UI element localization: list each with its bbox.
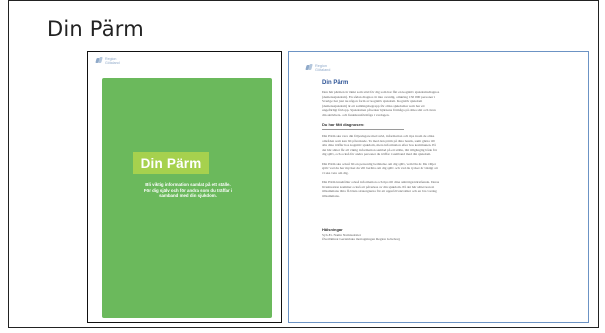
document-paragraph: Din Pärm ska vara din följeslagare med s… — [322, 134, 437, 156]
cover-subtitle: Bli viktig information samlat på ett stä… — [143, 182, 233, 199]
document-body: Din Pärm Den här pärmen är tänkt som stö… — [322, 80, 440, 242]
document-paragraph: Din Pärm innehåller också information oc… — [322, 180, 440, 198]
region-logo: Region Götaland — [306, 64, 330, 72]
slide-title: Din Pärm — [47, 17, 144, 41]
contact-heading: Hälsningar — [322, 227, 343, 232]
cover-page: Region Götaland Din Pärm Bli viktig info… — [87, 51, 282, 323]
cover-title: Din Pärm — [133, 152, 209, 174]
region-logo-icon — [96, 57, 103, 64]
region-logo-text: Region Götaland — [105, 57, 120, 65]
cover-panel: Din Pärm Bli viktig information samlat p… — [102, 78, 272, 318]
document-intro: Den här pärmen är tänkt som stöd för dig… — [322, 90, 440, 117]
document-paragraph: Din Pärm ska också bli en personlig berä… — [322, 161, 438, 175]
diagnosis-fill-line — [322, 129, 404, 130]
document-page: Region Götaland Din Pärm Den här pärmen … — [288, 51, 589, 323]
contact-line: Överlämnat Geriatriska mottagningen Regi… — [322, 237, 401, 242]
diagnosis-heading: Du har fått diagnosen: — [322, 122, 365, 127]
region-logo-icon — [306, 64, 313, 71]
region-logo: Region Götaland — [96, 57, 120, 65]
document-title: Din Pärm — [322, 80, 349, 86]
region-logo-text: Region Götaland — [315, 64, 331, 73]
slide: Din Pärm Region Götaland Din Pärm Bli vi… — [8, 0, 599, 328]
